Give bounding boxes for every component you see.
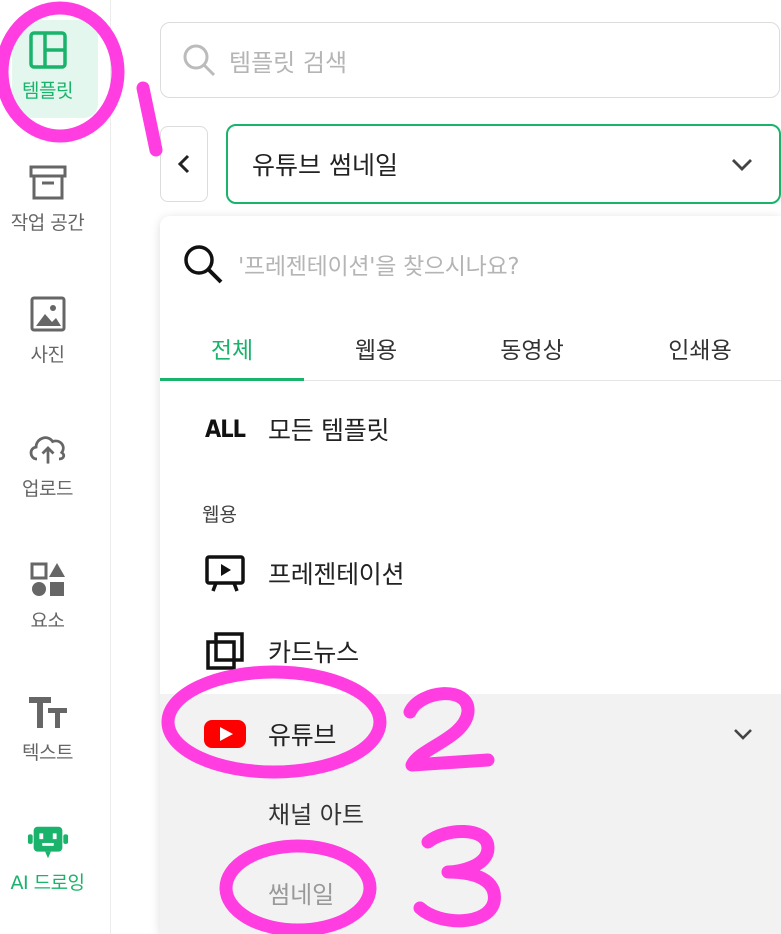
sub-item-channel-art[interactable]: 채널 아트 [160,774,781,850]
sidebar-item-label: 요소 [30,610,65,632]
sidebar-item-text[interactable]: 텍스트 [0,690,95,790]
tab-video[interactable]: 동영상 [460,316,604,380]
category-search-placeholder: '프레젠테이션'을 찾으시나요? [238,254,520,280]
category-select[interactable]: 유튜브 썸네일 [226,124,781,204]
list-item-label: 카드뉴스 [268,638,359,667]
all-logo-text: ALL [204,415,246,443]
sidebar-item-label: 작업 공간 [10,212,85,234]
sidebar-item-elements[interactable]: 요소 [0,558,95,658]
list-item-label: 모든 템플릿 [268,416,390,445]
sidebar-item-template[interactable]: 템플릿 [0,28,95,128]
list-item-label: 유튜브 [268,721,337,750]
robot-icon [26,820,70,864]
card-news-icon [202,628,248,674]
sidebar-item-label: 사진 [30,344,65,366]
search-icon [182,243,224,285]
sub-item-thumbnail[interactable]: 썸네일 [160,850,781,934]
list-item-card-news[interactable]: 카드뉴스 [160,616,781,686]
template-icon [26,28,70,72]
search-placeholder: 템플릿 검색 [229,48,348,77]
tab-web[interactable]: 웹용 [304,316,448,380]
sidebar-item-ai-drawing[interactable]: AI 드로잉 [0,820,95,920]
chevron-down-icon [732,159,752,171]
section-label-web: 웹용 [202,504,237,526]
cloud-upload-icon [26,426,70,470]
list-item-label: 프레젠테이션 [268,560,405,589]
back-button[interactable] [160,126,208,202]
sub-item-label: 채널 아트 [268,800,364,829]
template-search-input[interactable]: 템플릿 검색 [160,22,780,98]
category-select-value: 유튜브 썸네일 [252,151,398,180]
annotation-number-1 [136,81,163,157]
sidebar-item-label: 텍스트 [22,742,73,764]
archive-box-icon [26,160,70,204]
sidebar-item-label: AI 드로잉 [10,872,85,894]
category-tabs: 전체 웹용 동영상 인쇄용 [160,316,781,381]
all-icon: ALL [202,406,248,452]
search-icon [181,42,217,78]
shapes-icon [26,558,70,602]
category-dropdown-panel: '프레젠테이션'을 찾으시나요? 전체 웹용 동영상 인쇄용 ALL 모든 템플… [160,216,781,934]
tab-all[interactable]: 전체 [160,316,304,381]
sidebar-item-workspace[interactable]: 작업 공간 [0,160,95,260]
all-templates-item[interactable]: ALL 모든 템플릿 [160,394,781,464]
left-sidebar: 템플릿 작업 공간 사진 업로드 요소 텍스트 AI 드로잉 [0,0,111,934]
sidebar-item-upload[interactable]: 업로드 [0,426,95,526]
sub-item-label: 썸네일 [268,880,335,909]
list-item-presentation[interactable]: 프레젠테이션 [160,538,781,608]
tab-print[interactable]: 인쇄용 [628,316,772,380]
text-tt-icon [26,690,70,734]
sidebar-item-label: 업로드 [22,478,73,500]
sidebar-item-label: 템플릿 [22,80,73,102]
list-item-youtube[interactable]: 유튜브 [160,694,781,774]
youtube-icon [202,711,248,757]
image-icon [26,292,70,336]
presentation-icon [202,550,248,596]
sidebar-item-photo[interactable]: 사진 [0,292,95,392]
chevron-left-icon [177,154,190,174]
category-search-input[interactable]: '프레젠테이션'을 찾으시나요? [160,216,781,312]
chevron-down-icon [734,729,752,740]
